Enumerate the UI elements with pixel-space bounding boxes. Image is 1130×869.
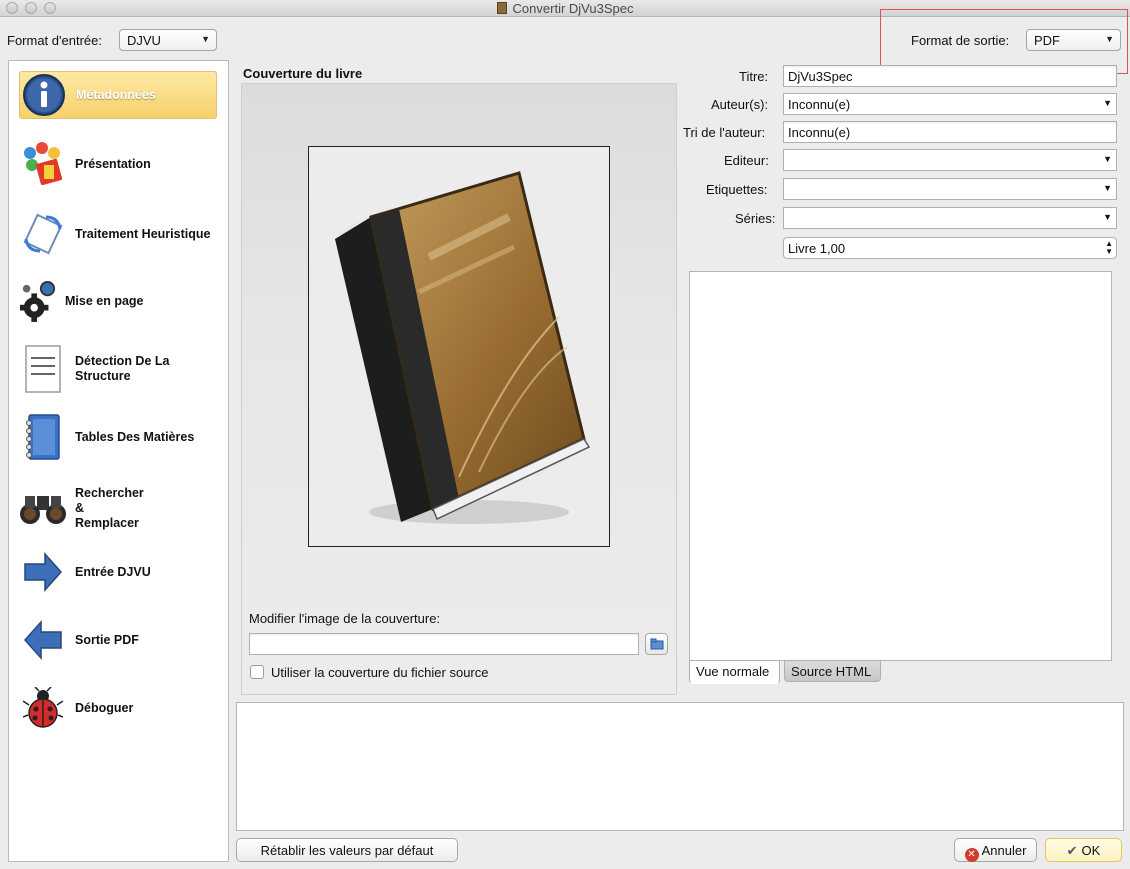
chevron-down-icon: ▼	[1103, 183, 1112, 193]
sidebar-item-label: Entrée DJVU	[75, 564, 151, 579]
heuristic-icon	[19, 210, 67, 258]
info-icon	[20, 71, 68, 119]
input-format-value: DJVU	[127, 33, 161, 48]
cover-path-input[interactable]	[249, 633, 639, 655]
sidebar-item-label: Métadonnées	[76, 87, 156, 102]
arrow-right-icon	[19, 548, 67, 596]
sidebar-item-label: Présentation	[75, 156, 151, 171]
use-source-cover-label: Utiliser la couverture du fichier source	[271, 665, 489, 680]
publisher-label: Editeur:	[724, 153, 769, 168]
change-cover-label: Modifier l'image de la couverture:	[249, 611, 441, 626]
input-format-select[interactable]: DJVU ▼	[119, 29, 217, 51]
sidebar-item-output-pdf[interactable]: Sortie PDF	[19, 615, 217, 665]
sidebar-item-debug[interactable]: Déboguer	[19, 683, 217, 733]
input-format-label: Format d'entrée:	[7, 33, 102, 48]
tags-label: Etiquettes:	[706, 182, 768, 197]
ok-button[interactable]: ✔ OK	[1045, 838, 1122, 862]
title-input[interactable]: DjVu3Spec	[783, 65, 1117, 87]
document-lines-icon	[19, 345, 67, 393]
spin-arrows-icon[interactable]: ▲ ▼	[1105, 240, 1113, 256]
author-label: Auteur(s):	[711, 97, 769, 112]
folder-browse-icon	[650, 638, 663, 650]
ok-label: OK	[1081, 843, 1101, 858]
binoculars-icon	[19, 484, 67, 532]
author-sort-input[interactable]: Inconnu(e)	[783, 121, 1117, 143]
author-value: Inconnu(e)	[788, 97, 851, 112]
ladybug-icon	[19, 684, 67, 732]
cancel-button[interactable]: ✕ Annuler	[954, 838, 1037, 862]
reset-defaults-button[interactable]: Rétablir les valeurs par défaut	[236, 838, 458, 862]
cover-section-title: Couverture du livre	[243, 66, 363, 81]
series-combobox[interactable]: ▼	[783, 207, 1117, 229]
document-icon	[496, 2, 507, 14]
sidebar-item-structure[interactable]: Détection De La Structure	[19, 343, 217, 395]
tab-normal-view[interactable]: Vue normale	[689, 660, 780, 684]
sidebar-item-label: Sortie PDF	[75, 632, 139, 647]
sidebar-item-label: Tables Des Matières	[75, 429, 195, 444]
chevron-down-icon: ▼	[201, 34, 210, 44]
palette-icon	[19, 140, 67, 188]
comments-editor[interactable]	[689, 271, 1112, 661]
sidebar-item-input-djvu[interactable]: Entrée DJVU	[19, 547, 217, 597]
chevron-down-icon: ▼	[1103, 98, 1112, 108]
checkmark-icon: ✔	[1066, 843, 1078, 858]
sidebar-item-toc[interactable]: Tables Des Matières	[19, 411, 217, 463]
sidebar-item-label: Détection De La Structure	[75, 354, 170, 383]
tab-html-source[interactable]: Source HTML	[784, 660, 881, 682]
series-index-spinbox[interactable]: Livre 1,00 ▲ ▼	[783, 237, 1117, 259]
sidebar-item-label: Traitement Heuristique	[75, 226, 211, 241]
window-title-text: Convertir DjVu3Spec	[512, 1, 634, 16]
series-label: Séries:	[735, 211, 776, 226]
arrow-left-icon	[19, 616, 67, 664]
sidebar-item-label: Déboguer	[75, 700, 134, 715]
sidebar-item-label: Rechercher & Remplacer	[75, 485, 144, 530]
sidebar-item-metadata[interactable]: Métadonnées	[19, 71, 217, 119]
gears-icon	[19, 277, 57, 325]
cancel-icon: ✕	[964, 848, 979, 862]
title-label: Titre:	[739, 69, 769, 84]
chevron-down-icon: ▼	[1103, 212, 1112, 222]
log-panel	[236, 702, 1124, 831]
author-sort-label: Tri de l'auteur:	[683, 125, 766, 140]
sidebar-item-label: Mise en page	[65, 293, 144, 308]
author-combobox[interactable]: Inconnu(e) ▼	[783, 93, 1117, 115]
cancel-label: Annuler	[981, 843, 1027, 858]
browse-cover-button[interactable]	[645, 633, 668, 655]
sidebar: Métadonnées Présentation Traitement Heur…	[8, 60, 229, 862]
sidebar-item-page-setup[interactable]: Mise en page	[19, 276, 217, 326]
cover-image	[308, 146, 610, 547]
publisher-combobox[interactable]: ▼	[783, 149, 1117, 171]
sidebar-item-presentation[interactable]: Présentation	[19, 139, 217, 189]
sidebar-item-heuristics[interactable]: Traitement Heuristique	[19, 209, 217, 259]
series-index-value: Livre 1,00	[788, 241, 846, 256]
use-source-cover-checkbox[interactable]	[250, 665, 264, 679]
notebook-icon	[19, 413, 67, 461]
sidebar-item-search-replace[interactable]: Rechercher & Remplacer	[19, 479, 217, 537]
chevron-down-icon: ▼	[1103, 154, 1112, 164]
book-icon	[335, 171, 591, 524]
tags-combobox[interactable]: ▼	[783, 178, 1117, 200]
